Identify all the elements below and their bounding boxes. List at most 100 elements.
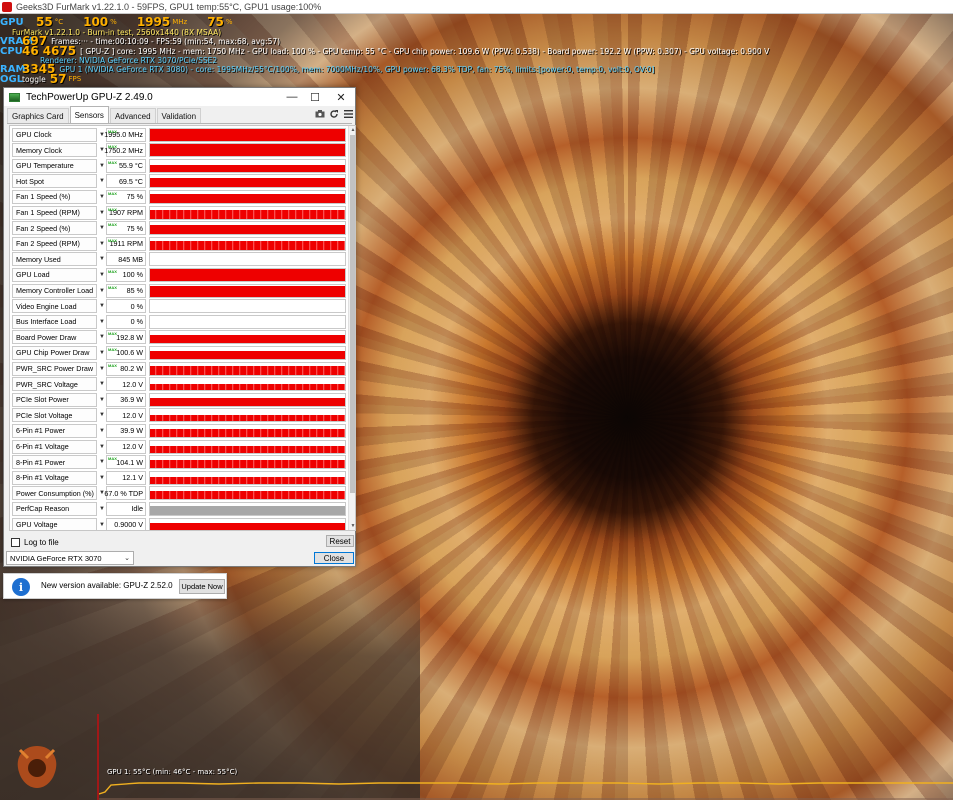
tab-sensors[interactable]: Sensors <box>69 106 109 123</box>
sensor-graph-bar <box>150 366 345 375</box>
sensor-name: Board Power Draw <box>12 330 97 345</box>
sensor-dropdown-icon[interactable]: ▼ <box>98 330 106 344</box>
sensor-dropdown-icon[interactable]: ▼ <box>98 455 106 469</box>
sensor-dropdown-icon[interactable]: ▼ <box>98 252 106 266</box>
sensor-name: GPU Voltage <box>12 517 97 530</box>
sensor-dropdown-icon[interactable]: ▼ <box>98 268 106 282</box>
sensor-value: 0 % <box>106 299 146 314</box>
sensor-row: GPU Temperature ▼ MAX 55.9 °C <box>10 158 348 174</box>
sensor-graph-bar <box>150 397 345 406</box>
sensor-row: Bus Interface Load ▼ 0 % <box>10 314 348 330</box>
osd-gpu-clock-unit: MHz <box>172 18 188 26</box>
sensor-graph-bar <box>150 490 345 500</box>
scroll-down-icon[interactable]: ▼ <box>349 522 355 530</box>
sensor-value-text: 69.5 °C <box>118 176 143 186</box>
sensor-row: Memory Controller Load ▼ MAX 85 % <box>10 283 348 299</box>
sensor-row: PCIe Slot Power ▼ 36.9 W <box>10 392 348 408</box>
sensor-dropdown-icon[interactable]: ▼ <box>98 190 106 204</box>
menu-icon[interactable] <box>342 108 354 120</box>
sensor-name: 8-Pin #1 Power <box>12 455 97 470</box>
sensor-dropdown-icon[interactable]: ▼ <box>98 408 106 422</box>
sensor-value: Idle <box>106 501 146 516</box>
log-to-file-label: Log to file <box>24 537 59 547</box>
camera-icon[interactable] <box>314 108 326 120</box>
sensor-dropdown-icon[interactable]: ▼ <box>98 174 106 188</box>
sensor-dropdown-icon[interactable]: ▼ <box>98 471 106 485</box>
sensor-dropdown-icon[interactable]: ▼ <box>98 362 106 376</box>
sensor-graph-bar <box>150 428 345 437</box>
sensor-row: 8-Pin #1 Power ▼ MAX 104.1 W <box>10 454 348 470</box>
osd-cpu-value: 46 <box>22 44 39 58</box>
gpuz-title-bar[interactable]: TechPowerUp GPU-Z 2.49.0 — ☐ ✕ <box>4 88 355 106</box>
update-now-button[interactable]: Update Now <box>179 579 225 594</box>
furmark-title-bar[interactable]: Geeks3D FurMark v1.22.1.0 - 59FPS, GPU1 … <box>0 0 953 14</box>
sensor-graph-bar <box>150 144 345 157</box>
sensor-dropdown-icon[interactable]: ▼ <box>98 221 106 235</box>
sensor-value-text: 55.9 °C <box>118 161 143 171</box>
sensor-dropdown-icon[interactable]: ▼ <box>98 284 106 298</box>
tab-advanced[interactable]: Advanced <box>109 108 156 123</box>
sensor-value: MAX 1995.0 MHz <box>104 127 146 142</box>
max-marker: MAX <box>108 206 117 212</box>
sensor-value: 0 % <box>106 314 146 329</box>
sensor-value-text: 67.0 % TDP <box>104 488 143 498</box>
log-to-file-checkbox[interactable] <box>11 537 20 547</box>
sensor-name: Fan 2 Speed (RPM) <box>12 236 97 251</box>
tab-graphics-card[interactable]: Graphics Card <box>7 108 69 123</box>
furmark-window-title: Geeks3D FurMark v1.22.1.0 - 59FPS, GPU1 … <box>16 1 322 12</box>
sensor-name: Fan 1 Speed (RPM) <box>12 205 97 220</box>
sensor-graph <box>149 267 346 282</box>
sensor-graph-bar <box>150 164 345 172</box>
sensor-dropdown-icon[interactable]: ▼ <box>98 377 106 391</box>
sensor-dropdown-icon[interactable]: ▼ <box>98 315 106 329</box>
sensor-graph <box>149 174 346 189</box>
sensor-row: PerfCap Reason ▼ Idle <box>10 501 348 517</box>
scrollbar-thumb[interactable] <box>350 135 355 493</box>
close-button[interactable]: Close <box>314 552 354 564</box>
sensor-graph-bar <box>150 334 345 344</box>
sensor-row: Hot Spot ▼ 69.5 °C <box>10 173 348 189</box>
sensor-name: Memory Used <box>12 252 97 267</box>
sensor-dropdown-icon[interactable]: ▼ <box>98 518 106 531</box>
sensor-scrollbar[interactable]: ▲ ▼ <box>348 126 355 530</box>
sensor-dropdown-icon[interactable]: ▼ <box>98 393 106 407</box>
sensor-row: PWR_SRC Voltage ▼ 12.0 V <box>10 376 348 392</box>
sensor-graph <box>149 158 346 173</box>
sensor-row: Memory Used ▼ 845 MB <box>10 251 348 267</box>
sensor-row: Board Power Draw ▼ MAX 192.8 W <box>10 329 348 345</box>
tab-validation[interactable]: Validation <box>156 108 202 123</box>
reset-button[interactable]: Reset <box>326 535 354 547</box>
sensor-dropdown-icon[interactable]: ▼ <box>98 206 106 220</box>
sensor-graph-bar <box>150 225 345 235</box>
sensor-dropdown-icon[interactable]: ▼ <box>98 299 106 313</box>
sensor-dropdown-icon[interactable]: ▼ <box>98 346 106 360</box>
scroll-up-icon[interactable]: ▲ <box>349 126 355 134</box>
sensor-graph <box>149 377 346 392</box>
sensor-row: Power Consumption (%) ▼ 67.0 % TDP <box>10 485 348 501</box>
sensor-value: MAX 1911 RPM <box>106 236 146 251</box>
sensor-graph-bar <box>150 414 345 422</box>
sensor-value: 0.9000 V <box>106 517 146 530</box>
sensor-dropdown-icon[interactable]: ▼ <box>98 159 106 173</box>
sensor-dropdown-icon[interactable]: ▼ <box>98 237 106 251</box>
update-notification: i New version available: GPU-Z 2.52.0 Up… <box>3 573 227 599</box>
osd-ogl-unit: FPS <box>68 75 82 83</box>
refresh-icon[interactable] <box>328 108 340 120</box>
sensor-graph-bar <box>150 459 345 469</box>
sensor-dropdown-icon[interactable]: ▼ <box>98 502 106 516</box>
max-marker: MAX <box>108 159 117 165</box>
max-marker: MAX <box>108 346 117 352</box>
update-notification-text: New version available: GPU-Z 2.52.0 <box>41 581 173 590</box>
gpu-select-dropdown[interactable]: NVIDIA GeForce RTX 3070 ⌄ <box>6 551 134 565</box>
sensor-name: 6-Pin #1 Voltage <box>12 439 97 454</box>
sensor-row: Fan 2 Speed (%) ▼ MAX 75 % <box>10 220 348 236</box>
sensor-value-text: 0 % <box>130 317 143 327</box>
max-marker: MAX <box>108 222 117 228</box>
sensor-dropdown-icon[interactable]: ▼ <box>98 424 106 438</box>
sensor-value: MAX 1750.2 MHz <box>104 143 146 158</box>
sensor-name: Hot Spot <box>12 174 97 189</box>
sensor-graph <box>149 330 346 345</box>
close-window-button[interactable]: ✕ <box>326 88 356 106</box>
sensor-dropdown-icon[interactable]: ▼ <box>98 440 106 454</box>
sensor-row: GPU Chip Power Draw ▼ MAX 100.6 W <box>10 345 348 361</box>
